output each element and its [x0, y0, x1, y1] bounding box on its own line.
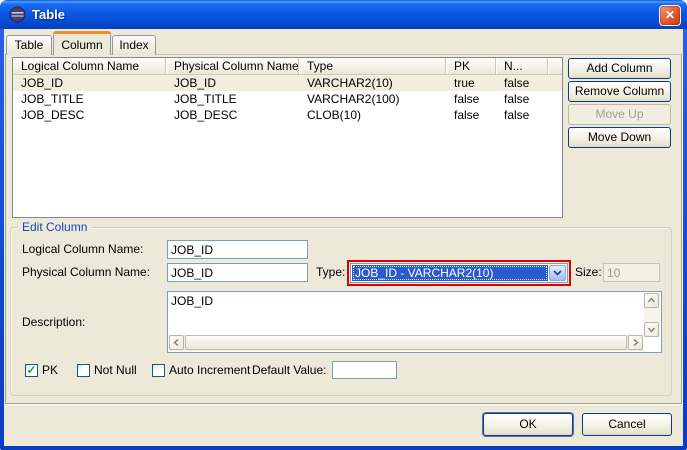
not-null-checkbox[interactable]	[77, 364, 90, 377]
cell-type: VARCHAR2(10)	[299, 75, 446, 91]
window-title: Table	[32, 0, 65, 29]
logical-column-name-input[interactable]	[167, 240, 308, 259]
cell-notnull: false	[496, 107, 548, 123]
description-text: JOB_ID	[171, 294, 213, 309]
columns-table-header: Logical Column Name Physical Column Name…	[13, 58, 562, 75]
cell-logical: JOB_ID	[13, 75, 166, 91]
description-vertical-scrollbar[interactable]	[644, 293, 660, 337]
scroll-up-icon	[647, 296, 656, 305]
column-header-physical[interactable]: Physical Column Name	[166, 58, 299, 74]
check-icon: ✓	[26, 365, 37, 376]
tab-table-label: Table	[15, 38, 44, 52]
scroll-down-icon	[647, 325, 656, 334]
column-header-notnull[interactable]: N...	[496, 58, 548, 74]
scrollbar-thumb[interactable]	[185, 335, 627, 350]
scroll-left-icon	[172, 338, 181, 347]
scroll-down-button[interactable]	[644, 322, 659, 337]
cell-type: CLOB(10)	[299, 107, 446, 123]
description-horizontal-scrollbar[interactable]	[169, 335, 643, 351]
cell-pk: false	[446, 107, 496, 123]
scroll-up-button[interactable]	[644, 293, 659, 308]
column-header-logical[interactable]: Logical Column Name	[13, 58, 166, 74]
cell-physical: JOB_TITLE	[166, 91, 299, 107]
table-row[interactable]: JOB_DESC JOB_DESC CLOB(10) false false	[13, 107, 562, 123]
cell-pk: true	[446, 75, 496, 91]
scroll-left-button[interactable]	[169, 335, 184, 350]
chevron-down-icon	[553, 270, 562, 276]
size-label: Size:	[575, 263, 602, 282]
close-icon: ✕	[665, 8, 675, 22]
size-input	[603, 263, 660, 282]
ok-button[interactable]: OK	[483, 413, 573, 436]
type-dropdown-value: JOB_ID - VARCHAR2(10)	[352, 265, 548, 281]
eclipse-app-icon	[9, 6, 26, 23]
not-null-checkbox-label: Not Null	[94, 363, 137, 377]
column-header-pk[interactable]: PK	[446, 58, 496, 74]
default-value-input[interactable]	[332, 361, 397, 379]
auto-increment-checkbox[interactable]	[152, 364, 165, 377]
move-up-button[interactable]: Move Up	[568, 104, 671, 125]
column-header-filler	[548, 58, 562, 74]
physical-column-name-input[interactable]	[167, 263, 308, 282]
add-column-button[interactable]: Add Column	[568, 58, 671, 79]
cell-pk: false	[446, 91, 496, 107]
cell-logical: JOB_TITLE	[13, 91, 166, 107]
physical-column-name-label: Physical Column Name:	[22, 263, 150, 282]
cell-logical: JOB_DESC	[13, 107, 166, 123]
close-button[interactable]: ✕	[659, 5, 681, 26]
edit-column-group-label: Edit Column	[18, 220, 91, 234]
columns-table[interactable]: Logical Column Name Physical Column Name…	[12, 57, 563, 218]
move-down-button[interactable]: Move Down	[568, 127, 671, 148]
cell-notnull: false	[496, 91, 548, 107]
pk-checkbox-label: PK	[42, 363, 58, 377]
default-value-label: Default Value:	[252, 363, 327, 377]
tab-index[interactable]: Index	[112, 35, 156, 55]
auto-increment-checkbox-label: Auto Increment	[169, 363, 250, 377]
tab-table[interactable]: Table	[6, 35, 52, 55]
tab-column-label: Column	[61, 38, 102, 52]
type-label: Type:	[316, 263, 345, 282]
remove-column-button[interactable]: Remove Column	[568, 81, 671, 102]
column-header-type[interactable]: Type	[299, 58, 446, 74]
description-label: Description:	[22, 313, 85, 332]
titlebar[interactable]: Table ✕	[0, 0, 687, 29]
cell-physical: JOB_DESC	[166, 107, 299, 123]
table-row[interactable]: JOB_TITLE JOB_TITLE VARCHAR2(100) false …	[13, 91, 562, 107]
type-dropdown[interactable]: JOB_ID - VARCHAR2(10)	[350, 263, 568, 283]
pk-checkbox[interactable]: ✓	[25, 364, 38, 377]
table-dialog: Table ✕ Table Column Index Logical Colum…	[0, 0, 687, 450]
cell-notnull: false	[496, 75, 548, 91]
cell-physical: JOB_ID	[166, 75, 299, 91]
type-dropdown-arrow-button[interactable]	[549, 265, 566, 281]
tab-column[interactable]: Column	[53, 31, 111, 55]
logical-column-name-label: Logical Column Name:	[22, 240, 143, 259]
scroll-right-icon	[631, 338, 640, 347]
tab-index-label: Index	[119, 38, 148, 52]
cell-type: VARCHAR2(100)	[299, 91, 446, 107]
table-row[interactable]: JOB_ID JOB_ID VARCHAR2(10) true false	[13, 75, 562, 91]
description-textarea[interactable]: JOB_ID	[167, 291, 662, 353]
cancel-button[interactable]: Cancel	[582, 413, 672, 436]
scroll-right-button[interactable]	[628, 335, 643, 350]
